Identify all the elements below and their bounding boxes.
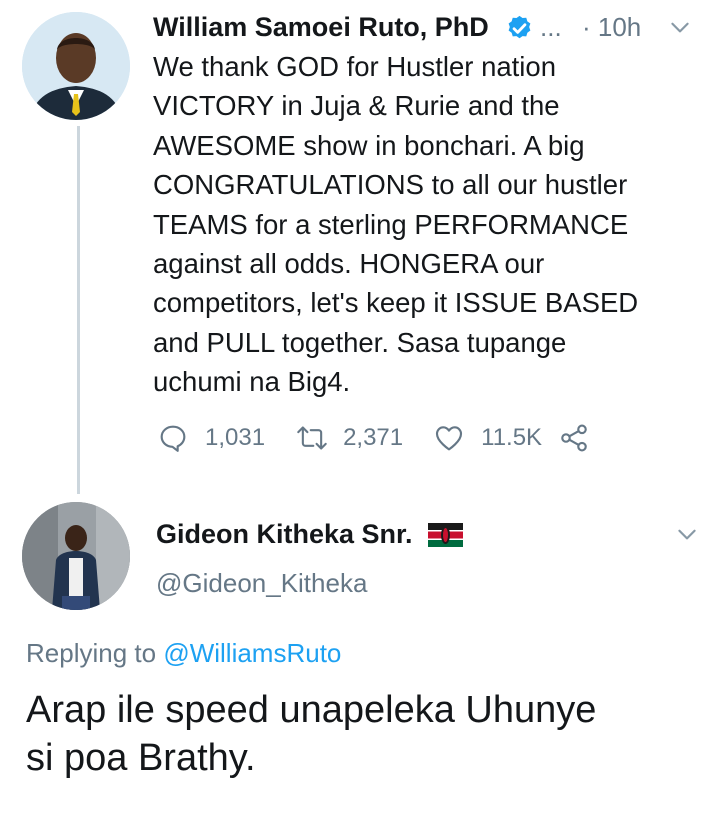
reply-text-line: Arap ile speed unapeleka Uhunye: [26, 689, 597, 731]
chevron-down-icon[interactable]: [674, 521, 700, 547]
reply-button[interactable]: 1,031: [157, 422, 265, 454]
replying-to-label: Replying to: [26, 638, 157, 668]
tweet-text-line: and PULL together. Sasa tupange: [153, 326, 567, 358]
retweet-count: 2,371: [343, 424, 404, 451]
share-button[interactable]: [558, 422, 590, 454]
tweet-author-name[interactable]: William Samoei Ruto, PhD: [153, 12, 489, 43]
retweet-icon: [295, 422, 329, 454]
verified-icon: [505, 14, 534, 43]
reply-author-name[interactable]: Gideon Kitheka Snr.: [156, 519, 413, 550]
chevron-down-icon[interactable]: [667, 14, 693, 40]
reply-icon: [157, 422, 189, 454]
tweet-text: We thank GOD for Hustler nation VICTORY …: [153, 47, 638, 402]
reply-author-avatar[interactable]: [22, 502, 130, 610]
tweet-time[interactable]: · 10h: [582, 12, 641, 43]
tweet-text-line: VICTORY in Juja & Rurie and the: [153, 90, 560, 122]
retweet-button[interactable]: 2,371: [295, 422, 403, 454]
tweet-actions: 1,031 2,371 11.5K: [157, 422, 590, 454]
like-count: 11.5K: [481, 424, 543, 451]
author-avatar[interactable]: [22, 12, 130, 120]
like-icon: [433, 422, 465, 454]
kenya-flag-icon: [428, 523, 463, 547]
tweet-text-line: against all odds. HONGERA our: [153, 248, 545, 280]
like-button[interactable]: 11.5K: [433, 422, 542, 454]
tweet-text-line: AWESOME show in bonchari. A big: [153, 129, 585, 161]
replying-to-line: Replying to @WilliamsRuto: [26, 638, 341, 669]
reply-author-handle[interactable]: @Gideon_Kitheka: [156, 568, 367, 599]
reply-text: Arap ile speed unapeleka Uhunye si poa B…: [26, 686, 596, 782]
thread-line: [77, 126, 80, 494]
tweet-text-line: CONGRATULATIONS to all our hustler: [153, 169, 628, 201]
tweet-text-line: We thank GOD for Hustler nation: [153, 51, 556, 82]
reply-text-line: si poa Brathy.: [26, 737, 256, 779]
replying-to-link[interactable]: @WilliamsRuto: [163, 638, 341, 668]
tweet-text-line: uchumi na Big4.: [153, 366, 351, 398]
tweet-text-line: competitors, let's keep it ISSUE BASED: [153, 287, 639, 319]
share-icon: [558, 422, 590, 454]
name-truncation: ...: [540, 12, 562, 42]
reply-count: 1,031: [205, 424, 266, 451]
tweet-text-line: TEAMS for a sterling PERFORMANCE: [153, 208, 629, 240]
